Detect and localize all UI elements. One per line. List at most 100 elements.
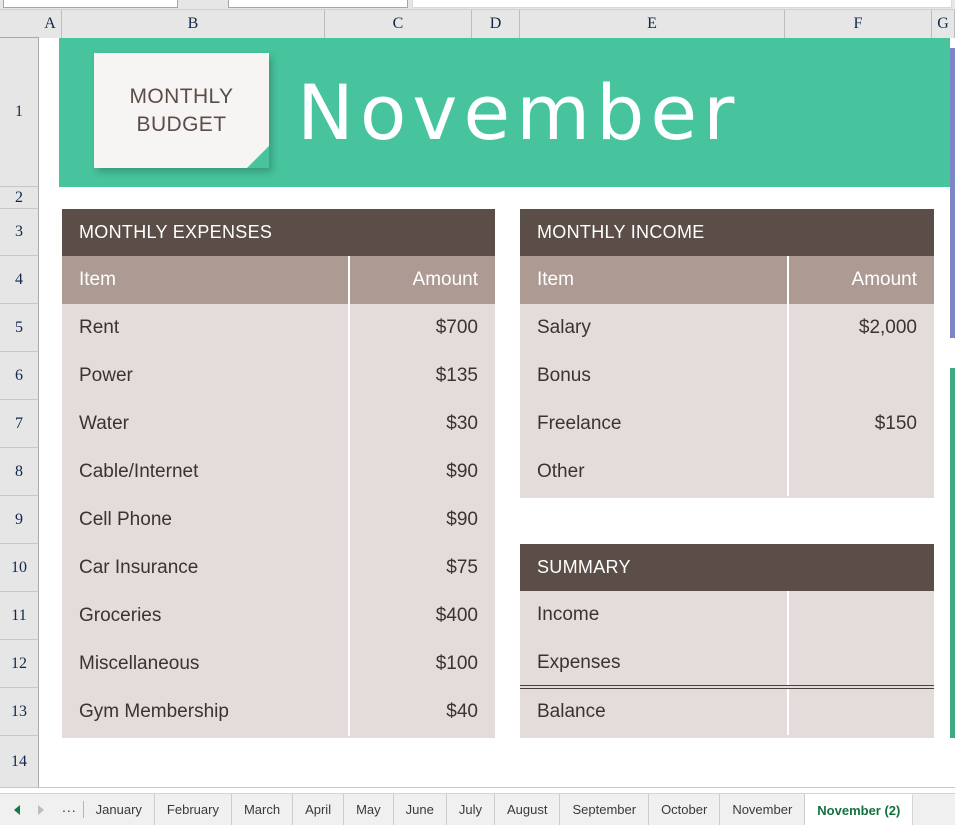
- expense-row[interactable]: Groceries $400: [62, 592, 495, 640]
- monthly-budget-card: MONTHLY BUDGET: [94, 53, 269, 168]
- expense-item-label: Miscellaneous: [79, 653, 200, 674]
- row-header-6[interactable]: 6: [0, 352, 39, 400]
- sheet-overflow-icon[interactable]: ...: [62, 800, 77, 820]
- expense-row[interactable]: Miscellaneous $100: [62, 640, 495, 688]
- expense-amount-value: $400: [348, 592, 495, 640]
- column-header-b[interactable]: B: [62, 10, 325, 38]
- sheet-nav-controls: ...: [0, 794, 83, 825]
- sheet-tab-september[interactable]: September: [560, 794, 650, 825]
- income-col-item: Item: [537, 269, 574, 290]
- income-row[interactable]: Freelance $150: [520, 400, 934, 448]
- expense-item-label: Water: [79, 413, 129, 434]
- summary-amount-value: [787, 591, 934, 639]
- sheet-tab-august[interactable]: August: [495, 794, 561, 825]
- sheet-tab-may[interactable]: May: [344, 794, 394, 825]
- expense-amount-value: $135: [348, 352, 495, 400]
- summary-row[interactable]: Balance: [520, 687, 934, 735]
- expense-row[interactable]: Rent $700: [62, 304, 495, 352]
- column-header-a[interactable]: A: [39, 10, 62, 38]
- row-header-5[interactable]: 5: [0, 304, 39, 352]
- month-banner: MONTHLY BUDGET November: [59, 38, 955, 187]
- income-item-label: Freelance: [537, 413, 622, 434]
- sheet-tab-bar: ... January February March April May June July…: [0, 793, 955, 825]
- expenses-title: MONTHLY EXPENSES: [62, 209, 495, 256]
- summary-row[interactable]: Expenses: [520, 639, 934, 687]
- income-column-headers: Item Amount: [520, 256, 934, 304]
- sheet-tab-march[interactable]: March: [232, 794, 294, 825]
- row-header-11[interactable]: 11: [0, 592, 39, 640]
- row-header-14[interactable]: 14: [0, 736, 39, 788]
- income-item-label: Other: [537, 461, 585, 482]
- sheet-tab-july[interactable]: July: [447, 794, 495, 825]
- income-amount-value: $2,000: [787, 304, 934, 352]
- card-line-1: MONTHLY: [129, 84, 234, 108]
- row-header-9[interactable]: 9: [0, 496, 39, 544]
- expense-row[interactable]: Cell Phone $90: [62, 496, 495, 544]
- expense-row[interactable]: Gym Membership $40: [62, 688, 495, 736]
- expense-amount-value: $30: [348, 400, 495, 448]
- income-item-label: Bonus: [537, 365, 591, 386]
- sheet-tab-june[interactable]: June: [394, 794, 447, 825]
- expense-row[interactable]: Water $30: [62, 400, 495, 448]
- income-title: MONTHLY INCOME: [520, 209, 934, 256]
- scrollbar-segment-green[interactable]: [950, 368, 955, 738]
- row-header-13[interactable]: 13: [0, 688, 39, 736]
- scrollbar-segment-blue[interactable]: [950, 48, 955, 338]
- expense-item-label: Car Insurance: [79, 557, 199, 578]
- column-header-g[interactable]: G: [932, 10, 955, 38]
- formula-input[interactable]: [412, 0, 952, 8]
- column-header-d[interactable]: D: [472, 10, 520, 38]
- expense-row[interactable]: Power $135: [62, 352, 495, 400]
- column-header-f[interactable]: F: [785, 10, 932, 38]
- expense-amount-value: $90: [348, 496, 495, 544]
- row-header-12[interactable]: 12: [0, 640, 39, 688]
- income-row[interactable]: Bonus: [520, 352, 934, 400]
- row-header-7[interactable]: 7: [0, 400, 39, 448]
- income-amount-value: $150: [787, 400, 934, 448]
- next-sheet-icon[interactable]: [38, 804, 44, 815]
- formula-bar-sliver: [0, 0, 955, 10]
- previous-sheet-icon[interactable]: [14, 804, 20, 815]
- row-header-3[interactable]: 3: [0, 209, 39, 256]
- expense-row[interactable]: Car Insurance $75: [62, 544, 495, 592]
- vertical-scrollbar[interactable]: [950, 38, 955, 788]
- sheet-tab-april[interactable]: April: [293, 794, 345, 825]
- monthly-expenses-table: MONTHLY EXPENSES Item Amount Rent $700 Pow…: [62, 209, 495, 738]
- sheet-tab-november-2[interactable]: November (2): [805, 794, 914, 825]
- expense-amount-value: $40: [348, 688, 495, 736]
- summary-row[interactable]: Income: [520, 591, 934, 639]
- income-row[interactable]: Other: [520, 448, 934, 496]
- income-amount-value: [787, 352, 934, 400]
- column-header-e[interactable]: E: [520, 10, 785, 38]
- function-button-area[interactable]: [228, 0, 408, 8]
- sheet-tab-january[interactable]: January: [84, 794, 155, 825]
- expense-amount-value: $100: [348, 640, 495, 688]
- summary-item-label: Expenses: [537, 652, 621, 673]
- expense-row[interactable]: Cable/Internet $90: [62, 448, 495, 496]
- monthly-income-table: MONTHLY INCOME Item Amount Salary $2,000 B…: [520, 209, 934, 498]
- row-header-1[interactable]: 1: [0, 38, 39, 187]
- income-item-label: Salary: [537, 317, 591, 338]
- column-header-c[interactable]: C: [325, 10, 472, 38]
- expenses-col-amount: Amount: [348, 256, 495, 304]
- expenses-column-headers: Item Amount: [62, 256, 495, 304]
- sheet-tab-october[interactable]: October: [649, 794, 721, 825]
- sheet-tab-february[interactable]: February: [155, 794, 232, 825]
- expense-item-label: Power: [79, 365, 133, 386]
- card-line-2: BUDGET: [136, 112, 227, 136]
- card-fold-corner-icon: [247, 146, 269, 168]
- income-row[interactable]: Salary $2,000: [520, 304, 934, 352]
- sheet-tab-november[interactable]: November: [720, 794, 806, 825]
- summary-item-label: Balance: [537, 700, 606, 722]
- row-header-2[interactable]: 2: [0, 187, 39, 209]
- row-header-8[interactable]: 8: [0, 448, 39, 496]
- name-box[interactable]: [3, 0, 178, 8]
- summary-table: SUMMARY Income Expenses Balance: [520, 544, 934, 738]
- row-header-10[interactable]: 10: [0, 544, 39, 592]
- row-header-4[interactable]: 4: [0, 256, 39, 304]
- summary-title: SUMMARY: [520, 544, 934, 591]
- spreadsheet-grid[interactable]: MONTHLY BUDGET November MONTHLY EXPENSES…: [39, 38, 955, 788]
- expense-amount-value: $700: [348, 304, 495, 352]
- summary-total-divider: [520, 685, 934, 689]
- expense-amount-value: $90: [348, 448, 495, 496]
